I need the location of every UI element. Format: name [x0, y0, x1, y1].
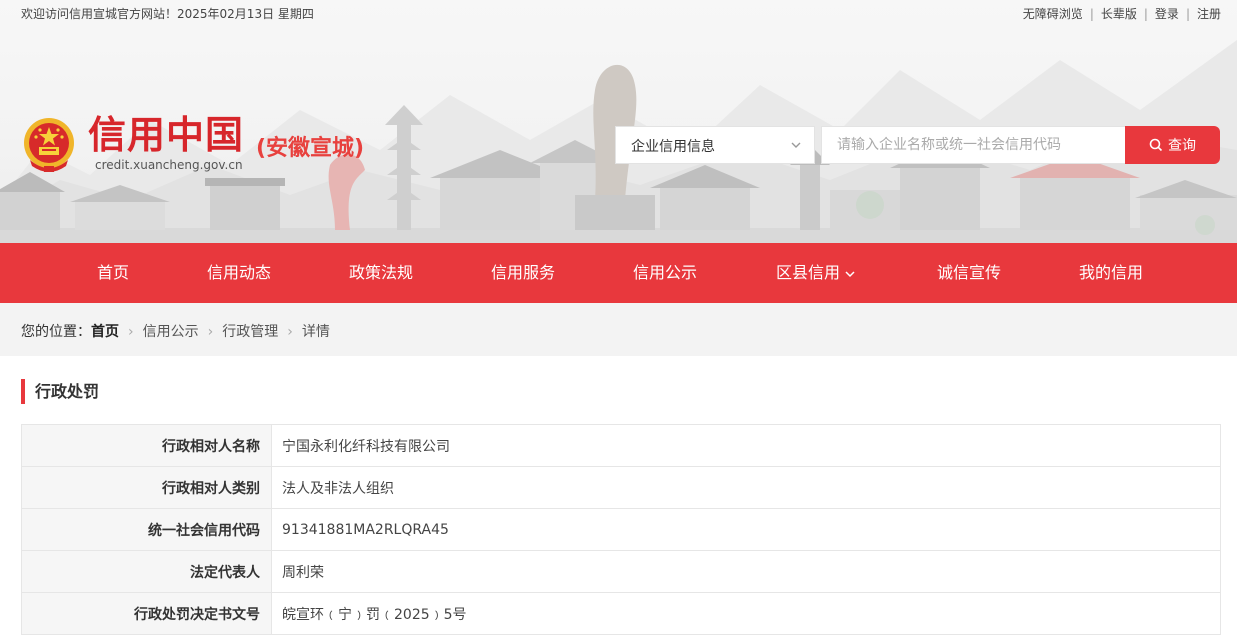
site-logo-title[interactable]: 信用中国 [88, 111, 244, 159]
chevron-right-icon: › [128, 324, 134, 340]
chevron-down-icon [845, 270, 855, 277]
field-value: 宁国永利化纤科技有限公司 [271, 424, 1221, 467]
field-label: 法定代表人 [21, 550, 272, 593]
table-row: 行政相对人类别 法人及非法人组织 [21, 466, 1221, 509]
search-category-select[interactable]: 企业信用信息 [615, 126, 815, 164]
detail-table: 行政相对人名称 宁国永利化纤科技有限公司 行政相对人类别 法人及非法人组织 统一… [21, 424, 1221, 635]
breadcrumb-current: 详情 [301, 324, 330, 340]
field-value: 法人及非法人组织 [271, 466, 1221, 509]
breadcrumb-home[interactable]: 首页 [91, 324, 119, 340]
search-button[interactable]: 查询 [1125, 126, 1220, 164]
nav-item-county-credit[interactable]: 区县信用 [776, 243, 856, 303]
nav-item-my-credit[interactable]: 我的信用 [1079, 243, 1143, 303]
chevron-right-icon: › [207, 324, 214, 340]
divider: | [1089, 7, 1094, 21]
field-value: 皖宣环﹙宁﹚罚﹙2025﹚5号 [271, 592, 1221, 635]
field-label: 行政相对人类别 [21, 466, 272, 509]
breadcrumb-prefix: 您的位置： [21, 324, 91, 340]
field-value: 91341881MA2RLQRA45 [271, 508, 1221, 551]
table-row: 行政相对人名称 宁国永利化纤科技有限公司 [21, 424, 1221, 467]
field-value: 周利荣 [271, 550, 1221, 593]
login-link[interactable]: 登录 [1155, 7, 1179, 21]
table-row: 法定代表人 周利荣 [21, 550, 1221, 593]
field-label: 行政相对人名称 [21, 424, 272, 467]
welcome-text: 欢迎访问信用宣城官方网站！2025年02月13日 星期四 [21, 7, 314, 21]
site-header: 欢迎访问信用宣城官方网站！2025年02月13日 星期四 无障碍浏览 | 长辈版 | 登… [0, 0, 1237, 243]
breadcrumb: 您的位置：首页 › 信用公示 › 行政管理 › 详情 [0, 303, 1237, 356]
search-icon [1149, 138, 1163, 152]
nav-item-home[interactable]: 首页 [97, 243, 129, 303]
search-input[interactable] [821, 126, 1125, 164]
nav-item-credit-services[interactable]: 信用服务 [491, 243, 555, 303]
chevron-down-icon [791, 142, 801, 148]
site-logo-region: (安徽宣城) [256, 136, 365, 161]
divider: | [1185, 7, 1190, 21]
national-emblem-icon [24, 118, 74, 172]
nav-item-credit-news[interactable]: 信用动态 [207, 243, 271, 303]
top-bar: 欢迎访问信用宣城官方网站！2025年02月13日 星期四 无障碍浏览 | 长辈版 | 登… [0, 0, 1237, 26]
field-label: 统一社会信用代码 [21, 508, 272, 551]
top-links: 无障碍浏览 | 长辈版 | 登录 | 注册 [1023, 5, 1221, 22]
table-row: 统一社会信用代码 91341881MA2RLQRA45 [21, 508, 1221, 551]
nav-item-credit-publicity[interactable]: 信用公示 [633, 243, 697, 303]
search-button-label: 查询 [1168, 138, 1196, 154]
accessibility-link[interactable]: 无障碍浏览 [1023, 7, 1083, 21]
divider: | [1143, 7, 1148, 21]
field-label: 行政处罚决定书文号 [21, 592, 272, 635]
table-row: 行政处罚决定书文号 皖宣环﹙宁﹚罚﹙2025﹚5号 [21, 592, 1221, 635]
breadcrumb-admin-management[interactable]: 行政管理 [222, 324, 278, 340]
register-link[interactable]: 注册 [1197, 7, 1221, 21]
main-nav: 首页 信用动态 政策法规 信用服务 信用公示 区县信用 诚信宣传 我的信用 [0, 243, 1237, 303]
elder-mode-link[interactable]: 长辈版 [1101, 7, 1137, 21]
section-title: 行政处罚 [21, 379, 99, 404]
nav-item-policies[interactable]: 政策法规 [349, 243, 413, 303]
nav-item-county-credit-label: 区县信用 [776, 263, 841, 282]
chevron-right-icon: › [287, 324, 293, 340]
search-category-value: 企业信用信息 [631, 139, 715, 155]
breadcrumb-credit-publicity[interactable]: 信用公示 [143, 324, 199, 340]
nav-item-integrity-promotion[interactable]: 诚信宣传 [937, 243, 1001, 303]
site-domain: credit.xuancheng.gov.cn [95, 158, 243, 172]
